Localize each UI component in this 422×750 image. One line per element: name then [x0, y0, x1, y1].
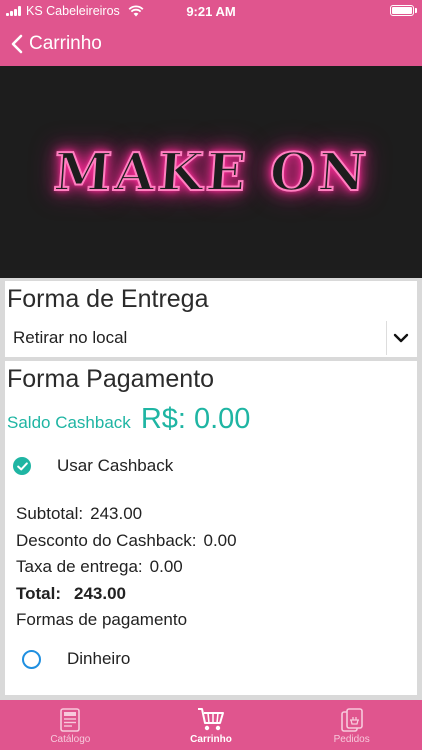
delivery-section: Forma de Entrega Retirar no local: [5, 281, 417, 357]
tab-carrinho[interactable]: Carrinho: [141, 700, 282, 750]
total-label: Total:: [16, 583, 62, 603]
tab-label: Pedidos: [333, 734, 370, 745]
chevron-down-icon[interactable]: [387, 333, 415, 343]
cashback-balance: Saldo Cashback R$: 0.00: [7, 403, 250, 436]
chevron-left-icon: [10, 34, 23, 54]
app-header: KS Cabeleireiros 9:21 AM Carrinho: [0, 0, 422, 66]
tab-label: Carrinho: [190, 734, 232, 745]
discount-label: Desconto do Cashback:: [16, 530, 197, 550]
delivery-fee-label: Taxa de entrega:: [16, 557, 143, 576]
tab-bar: Catálogo Carrinho Pedidos: [0, 700, 422, 750]
delivery-title: Forma de Entrega: [7, 285, 209, 313]
cashback-value: R$: 0.00: [140, 403, 251, 435]
delivery-select-value: Retirar no local: [7, 321, 387, 355]
payment-title: Forma Pagamento: [7, 365, 215, 393]
store-banner: MAKE ON: [0, 66, 422, 278]
battery-icon: [390, 5, 417, 16]
orders-icon: [339, 706, 365, 734]
payment-method-label: Dinheiro: [67, 649, 131, 668]
payment-section: Forma Pagamento Saldo Cashback R$: 0.00 …: [5, 361, 417, 695]
subtotal-value: 243.00: [90, 504, 143, 523]
discount-value: 0.00: [203, 530, 237, 550]
radio-button[interactable]: [22, 649, 41, 669]
tab-catalogo[interactable]: Catálogo: [0, 700, 141, 750]
menu-card-icon: [59, 706, 81, 734]
total-row: Total: 243.00: [16, 584, 237, 611]
tab-pedidos[interactable]: Pedidos: [281, 700, 422, 750]
order-summary: Subtotal: 243.00 Desconto do Cashback: 0…: [16, 504, 237, 637]
store-logo: MAKE ON: [51, 141, 372, 204]
total-value: 243.00: [74, 583, 127, 603]
delivery-fee-value: 0.00: [149, 557, 183, 576]
payment-method-cash[interactable]: Dinheiro: [22, 649, 130, 669]
subtotal-row: Subtotal: 243.00: [16, 504, 237, 531]
cashback-label: Saldo Cashback: [7, 413, 131, 432]
payment-methods-heading: Formas de pagamento: [16, 610, 237, 637]
discount-row: Desconto do Cashback: 0.00: [16, 531, 237, 558]
checkmark-icon[interactable]: [13, 457, 31, 475]
use-cashback-label: Usar Cashback: [57, 456, 174, 475]
back-label: Carrinho: [29, 33, 102, 54]
cart-icon: [197, 706, 225, 734]
status-time: 9:21 AM: [186, 4, 236, 19]
tab-label: Catálogo: [50, 734, 91, 745]
back-button[interactable]: Carrinho: [0, 22, 422, 66]
delivery-fee-row: Taxa de entrega: 0.00: [16, 557, 237, 584]
delivery-select[interactable]: Retirar no local: [7, 321, 415, 355]
status-bar: KS Cabeleireiros 9:21 AM: [0, 0, 422, 22]
use-cashback-toggle[interactable]: Usar Cashback: [13, 456, 173, 476]
subtotal-label: Subtotal:: [16, 504, 84, 523]
payment-methods-label: Formas de pagamento: [16, 610, 188, 629]
